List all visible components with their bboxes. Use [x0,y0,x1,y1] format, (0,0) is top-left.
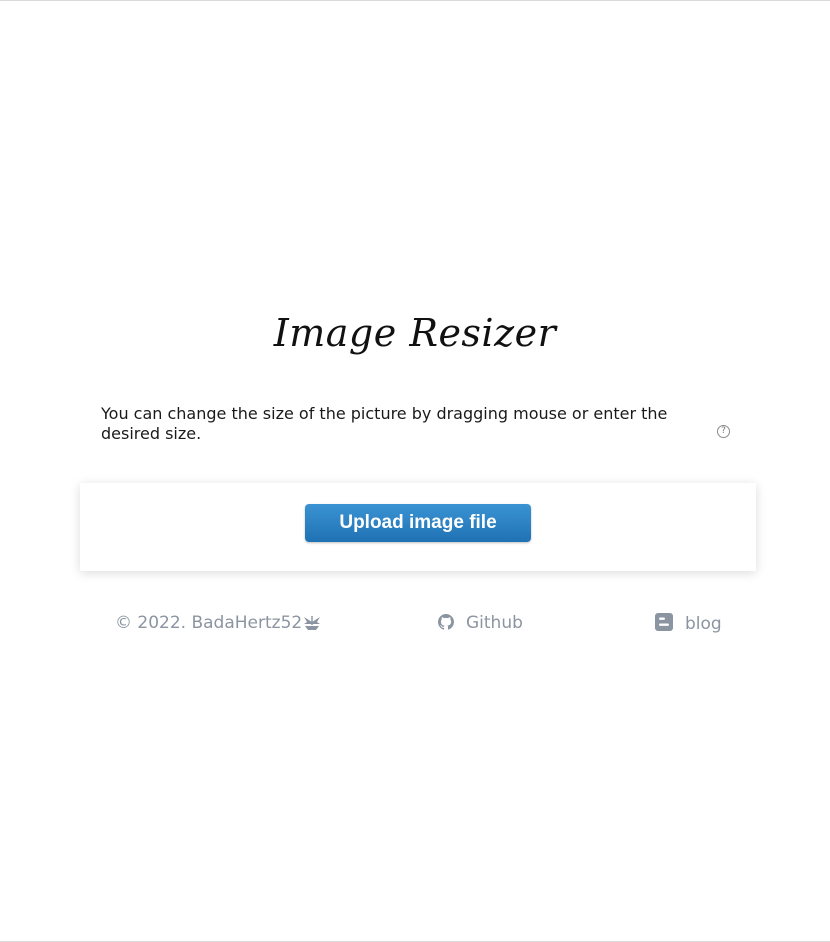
blog-label: blog [685,614,722,634]
upload-image-button[interactable]: Upload image file [305,504,531,542]
upload-card: Upload image file [80,483,756,571]
question-circle-icon[interactable]: ? [717,425,730,438]
boat-icon [303,615,321,636]
description-text: You can change the size of the picture b… [101,404,668,443]
footer: © 2022. BadaHertz52 Github blog [0,611,830,637]
page: Image Resizer You can change the size of… [0,0,830,942]
github-link[interactable]: Github [438,613,523,635]
github-icon [438,614,454,635]
blogger-icon [655,613,673,636]
github-label: Github [466,613,523,633]
page-title: Image Resizer [273,311,557,355]
copyright-text: © 2022. BadaHertz52 [115,613,303,633]
blog-link[interactable]: blog [655,613,722,636]
copyright: © 2022. BadaHertz52 [115,613,321,636]
